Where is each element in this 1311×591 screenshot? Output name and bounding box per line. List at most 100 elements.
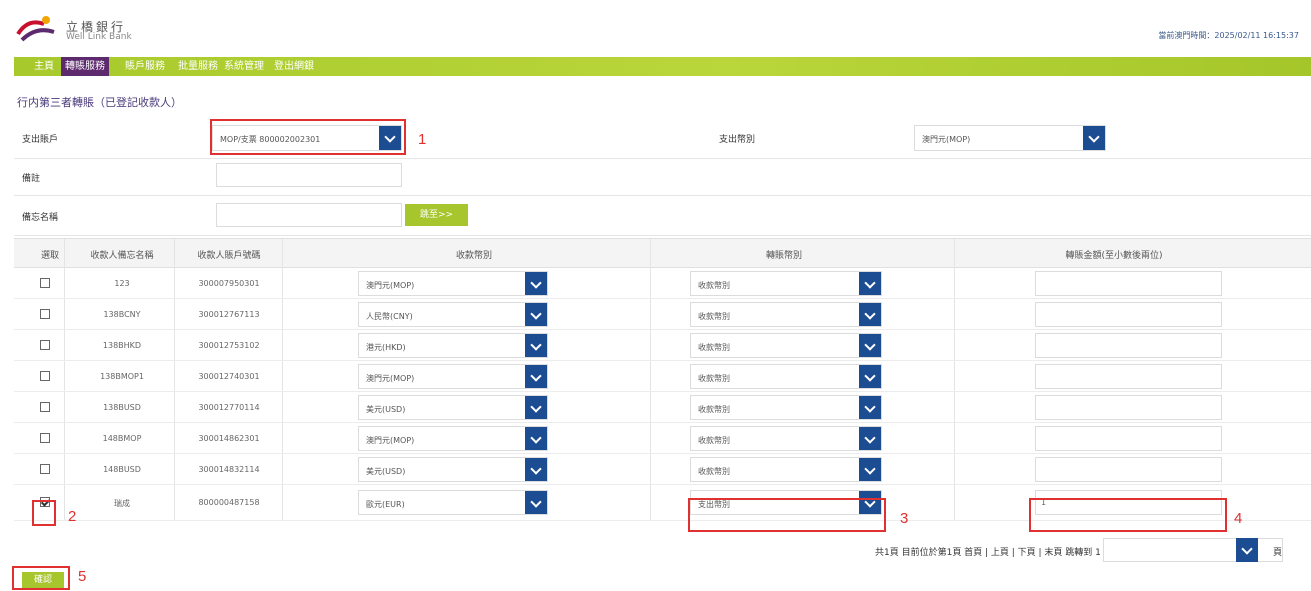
receive-currency-value: 澳門元(MOP) (366, 281, 415, 290)
transfer-currency-select[interactable]: 收款幣別 (690, 333, 882, 358)
payee-account: 800000487158 (198, 498, 260, 507)
receive-currency-select[interactable]: 美元(USD) (358, 457, 548, 482)
remark-row: 備註 (14, 159, 1311, 196)
receive-currency-select[interactable]: 人民幣(CNY) (358, 302, 548, 327)
transfer-currency-select[interactable]: 收款幣別 (690, 271, 882, 296)
receive-currency-value: 澳門元(MOP) (366, 436, 415, 445)
table-header: 選取 收款人備忘名稱 收款人賬戶號碼 收款幣別 轉賬幣別 轉賬金額(至小數後兩位… (14, 239, 1311, 268)
table-row: 138BHKD 300012753102 港元(HKD) 收款幣別 (14, 330, 1311, 361)
menu-item-batch[interactable]: 批量服務 (178, 57, 218, 76)
table-row: 138BMOP1 300012740301 澳門元(MOP) 收款幣別 (14, 361, 1311, 392)
table-row: 138BCNY 300012767113 人民幣(CNY) 收款幣別 (14, 299, 1311, 330)
annotation-box-4 (1029, 498, 1227, 532)
jump-to-button[interactable]: 跳至>> (405, 204, 468, 226)
amount-input[interactable] (1035, 333, 1222, 358)
chevron-down-icon[interactable] (859, 427, 881, 450)
table-row: 138BUSD 300012770114 美元(USD) 收款幣別 (14, 392, 1311, 423)
debit-currency-select[interactable]: 澳門元(MOP) (914, 125, 1106, 151)
chevron-down-icon[interactable] (525, 396, 547, 419)
receive-currency-select[interactable]: 澳門元(MOP) (358, 426, 548, 451)
chevron-down-icon[interactable] (859, 396, 881, 419)
chevron-down-icon[interactable] (1236, 538, 1258, 562)
menu-item-logout[interactable]: 登出網銀 (274, 57, 314, 76)
payee-alias-label: 備忘名稱 (22, 213, 59, 223)
amount-input[interactable] (1035, 271, 1222, 296)
menu-item-home[interactable]: 主頁 (34, 57, 54, 76)
transfer-currency-select[interactable]: 收款幣別 (690, 302, 882, 327)
chevron-down-icon[interactable] (525, 272, 547, 295)
debit-currency-value: 澳門元(MOP) (922, 135, 971, 144)
chevron-down-icon[interactable] (859, 458, 881, 481)
chevron-down-icon[interactable] (859, 272, 881, 295)
amount-input[interactable] (1035, 457, 1222, 482)
payee-alias: 138BMOP1 (100, 372, 144, 381)
payee-account: 300007950301 (198, 279, 260, 288)
payee-alias: 138BHKD (102, 341, 142, 350)
transfer-currency-select[interactable]: 收款幣別 (690, 364, 882, 389)
chevron-down-icon[interactable] (1083, 126, 1105, 150)
annotation-label-2: 2 (68, 508, 77, 525)
chevron-down-icon[interactable] (859, 303, 881, 326)
menu-item-accounts[interactable]: 賬戶服務 (125, 57, 165, 76)
receive-currency-select[interactable]: 港元(HKD) (358, 333, 548, 358)
login-time: 當前澳門時間：2025/02/11 16:15:37 (1158, 31, 1299, 40)
transfer-currency-select[interactable]: 收款幣別 (690, 395, 882, 420)
chevron-down-icon[interactable] (525, 365, 547, 388)
chevron-down-icon[interactable] (525, 458, 547, 481)
payee-account: 300014862301 (198, 434, 260, 443)
payee-account: 300012770114 (198, 403, 260, 412)
th-transfer-currency: 轉賬幣別 (765, 251, 802, 261)
receive-currency-value: 歐元(EUR) (366, 500, 405, 509)
receive-currency-select[interactable]: 澳門元(MOP) (358, 364, 548, 389)
remark-input[interactable] (216, 163, 402, 187)
payee-alias-input[interactable] (216, 203, 402, 227)
annotation-label-5: 5 (78, 568, 87, 585)
page-jump-select[interactable]: 頁 (1103, 538, 1283, 562)
payee-account: 300012767113 (198, 310, 260, 319)
amount-input[interactable] (1035, 302, 1222, 327)
amount-input[interactable] (1035, 395, 1222, 420)
amount-input[interactable] (1035, 426, 1222, 451)
payee-alias: 138BCNY (103, 310, 141, 319)
transfer-currency-value: 收款幣別 (698, 281, 730, 290)
receive-currency-value: 美元(USD) (366, 467, 406, 476)
annotation-box-3 (688, 498, 886, 532)
chevron-down-icon[interactable] (525, 334, 547, 357)
chevron-down-icon[interactable] (859, 334, 881, 357)
payee-alias: 123 (114, 279, 130, 288)
select-checkbox[interactable] (40, 309, 50, 319)
pager-unit: 頁 (1272, 548, 1282, 558)
chevron-down-icon[interactable] (859, 365, 881, 388)
transfer-currency-value: 收款幣別 (698, 436, 730, 445)
main-menu: 主頁 轉賬服務 賬戶服務 批量服務 系統管理 登出網銀 (14, 57, 1311, 76)
select-checkbox[interactable] (40, 371, 50, 381)
annotation-box-2 (32, 500, 56, 526)
menu-item-transfer[interactable]: 轉賬服務 (61, 57, 109, 76)
menu-item-system[interactable]: 系統管理 (224, 57, 264, 76)
th-alias: 收款人備忘名稱 (90, 251, 154, 261)
payee-account: 300012753102 (198, 341, 260, 350)
bank-logo[interactable]: 立橋銀行 Well Link Bank (14, 12, 164, 46)
table-row: 123 300007950301 澳門元(MOP) 收款幣別 (14, 268, 1311, 299)
transfer-currency-select[interactable]: 收款幣別 (690, 457, 882, 482)
amount-input[interactable] (1035, 364, 1222, 389)
select-checkbox[interactable] (40, 340, 50, 350)
table-row: 148BUSD 300014832114 美元(USD) 收款幣別 (14, 454, 1311, 485)
receive-currency-select[interactable]: 澳門元(MOP) (358, 271, 548, 296)
select-checkbox[interactable] (40, 464, 50, 474)
annotation-label-4: 4 (1234, 510, 1243, 527)
chevron-down-icon[interactable] (525, 491, 547, 514)
select-checkbox[interactable] (40, 433, 50, 443)
debit-account-label: 支出賬戶 (22, 135, 59, 145)
receive-currency-select[interactable]: 歐元(EUR) (358, 490, 548, 515)
transfer-currency-select[interactable]: 收款幣別 (690, 426, 882, 451)
receive-currency-select[interactable]: 美元(USD) (358, 395, 548, 420)
chevron-down-icon[interactable] (525, 427, 547, 450)
receive-currency-value: 港元(HKD) (366, 343, 406, 352)
pagination-text[interactable]: 共1頁 目前位於第1頁 首頁 | 上頁 | 下頁 | 末頁 跳轉到 1 (875, 545, 1101, 558)
chevron-down-icon[interactable] (525, 303, 547, 326)
th-amount: 轉賬金額(至小數後兩位) (1065, 251, 1163, 261)
payee-alias: 148BUSD (103, 465, 141, 474)
select-checkbox[interactable] (40, 402, 50, 412)
select-checkbox[interactable] (40, 278, 50, 288)
